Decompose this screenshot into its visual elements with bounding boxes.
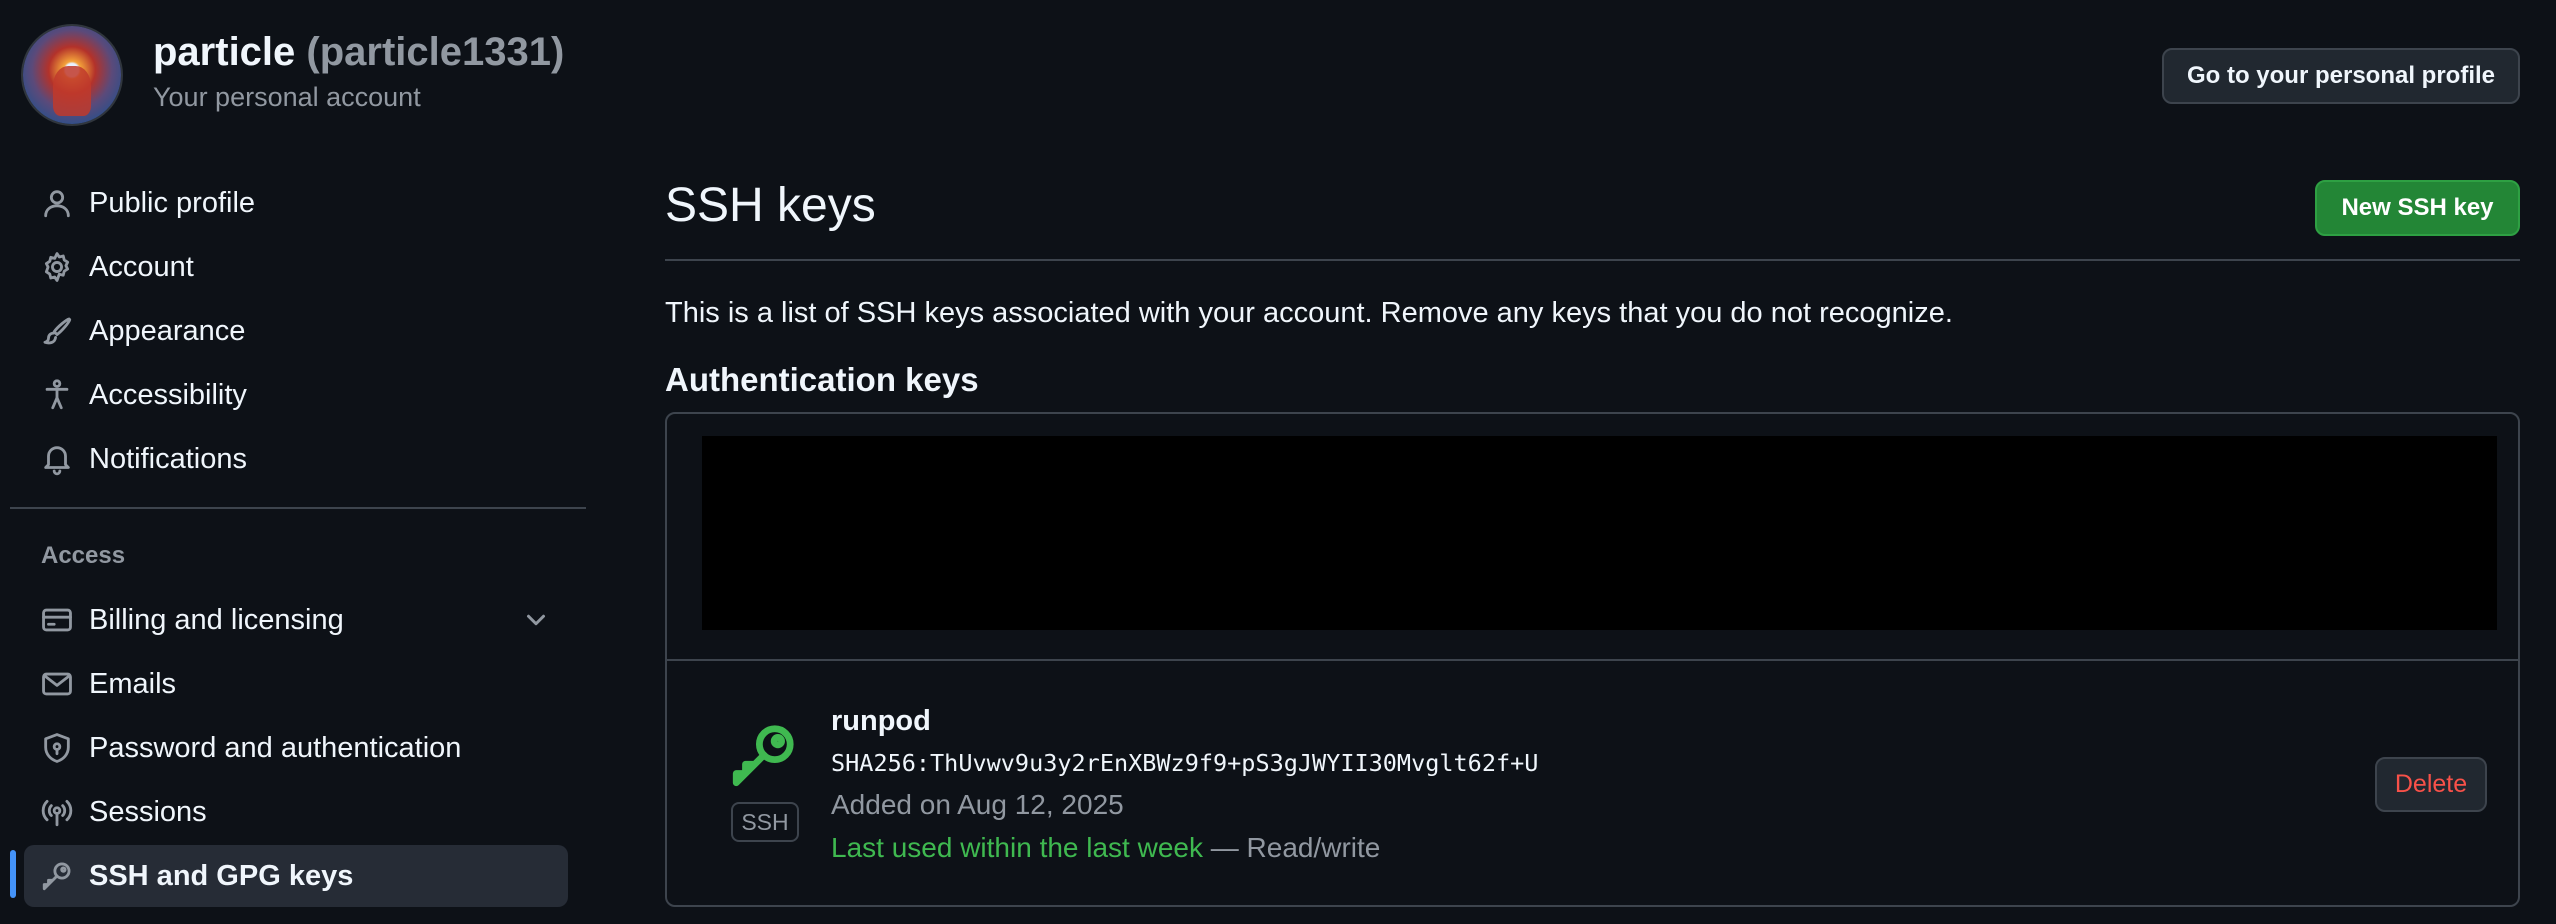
sidebar-item-public-profile[interactable]: Public profile	[24, 172, 568, 234]
active-indicator	[10, 850, 16, 898]
title-divider	[665, 259, 2520, 261]
account-name: particle (particle1331)	[153, 30, 564, 75]
sidebar-item-account[interactable]: Account	[24, 236, 568, 298]
avatar[interactable]	[23, 26, 121, 124]
person-icon	[40, 186, 74, 220]
access-heading: Access	[41, 542, 126, 569]
authentication-keys-heading: Authentication keys	[665, 361, 979, 398]
shield-lock-icon	[40, 731, 74, 765]
gear-icon	[40, 250, 74, 284]
page-description: This is a list of SSH keys associated wi…	[665, 297, 1953, 329]
accessibility-icon	[40, 378, 74, 412]
key-row-divider	[667, 659, 2518, 661]
sidebar-item-accessibility[interactable]: Accessibility	[24, 364, 568, 426]
delete-key-button[interactable]: Delete	[2375, 757, 2487, 812]
ssh-badge: SSH	[731, 802, 799, 842]
sidebar-divider	[10, 507, 586, 509]
display-name: particle	[153, 30, 296, 74]
go-to-profile-button[interactable]: Go to your personal profile	[2162, 48, 2520, 104]
key-added-date: Added on Aug 12, 2025	[831, 789, 1124, 820]
sidebar-item-label: Accessibility	[89, 379, 247, 411]
key-usage: Last used within the last week — Read/wr…	[831, 832, 1380, 864]
sidebar-item-label: SSH and GPG keys	[89, 860, 354, 892]
key-last-used: Last used within the last week	[831, 832, 1203, 863]
sidebar-item-label: Sessions	[89, 796, 207, 828]
mail-icon	[40, 667, 74, 701]
sidebar-item-label: Public profile	[89, 187, 256, 219]
broadcast-icon	[40, 795, 74, 829]
account-handle: (particle1331)	[306, 30, 565, 74]
chevron-down-icon[interactable]	[521, 605, 551, 635]
key-icon	[40, 859, 74, 893]
key-icon	[727, 718, 801, 792]
sidebar-item-label: Account	[89, 251, 194, 283]
sidebar-item-emails[interactable]: Emails	[24, 653, 568, 715]
key-access-level: — Read/write	[1202, 832, 1381, 863]
paintbrush-icon	[40, 314, 74, 348]
avatar-figure	[53, 66, 91, 116]
sidebar-item-label: Emails	[89, 668, 177, 700]
sidebar-item-label: Notifications	[89, 443, 247, 475]
sidebar-item-appearance[interactable]: Appearance	[24, 300, 568, 362]
credit-card-icon	[40, 603, 74, 637]
key-title: runpod	[831, 705, 931, 737]
account-subtitle: Your personal account	[153, 82, 421, 112]
sidebar-item-label: Appearance	[89, 315, 246, 347]
sidebar-item-label: Password and authentication	[89, 732, 462, 764]
sidebar-item-ssh-gpg-keys[interactable]: SSH and GPG keys	[24, 845, 568, 907]
bell-icon	[40, 442, 74, 476]
new-ssh-key-button[interactable]: New SSH key	[2315, 180, 2520, 236]
sidebar-item-sessions[interactable]: Sessions	[24, 781, 568, 843]
key-fingerprint: SHA256:ThUvwv9u3y2rEnXBWz9f9+pS3gJWYII30…	[831, 749, 1539, 777]
sidebar-item-password[interactable]: Password and authentication	[24, 717, 568, 779]
sidebar-item-notifications[interactable]: Notifications	[24, 428, 568, 490]
sidebar-item-label: Billing and licensing	[89, 604, 344, 636]
redacted-area	[702, 436, 2497, 630]
page-title: SSH keys	[665, 179, 876, 232]
sidebar-item-billing[interactable]: Billing and licensing	[24, 589, 568, 651]
